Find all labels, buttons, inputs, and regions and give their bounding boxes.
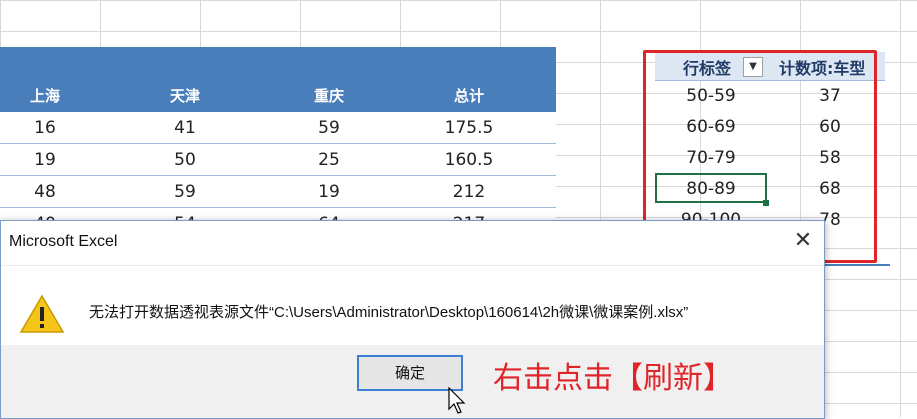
header-total[interactable]: 总计 bbox=[414, 85, 524, 106]
close-icon[interactable]: ✕ bbox=[791, 229, 815, 253]
table-row: 19 50 25 160.5 bbox=[0, 144, 556, 176]
cell[interactable]: 175.5 bbox=[414, 118, 524, 138]
cell[interactable]: 48 bbox=[0, 182, 100, 202]
header-chongqing[interactable]: 重庆 bbox=[274, 85, 384, 106]
dialog-message: 无法打开数据透视表源文件“C:\Users\Administrator\Desk… bbox=[89, 304, 689, 321]
warning-icon bbox=[19, 294, 65, 338]
error-dialog: Microsoft Excel ✕ 无法打开数据透视表源文件“C:\Users\… bbox=[0, 220, 825, 419]
cell[interactable]: 41 bbox=[130, 118, 240, 138]
cell[interactable]: 160.5 bbox=[414, 150, 524, 170]
cell[interactable]: 59 bbox=[130, 182, 240, 202]
cell[interactable]: 59 bbox=[274, 118, 384, 138]
mouse-cursor-icon bbox=[448, 386, 466, 419]
header-shanghai[interactable]: 上海 bbox=[0, 85, 100, 106]
cell[interactable]: 212 bbox=[414, 182, 524, 202]
table-row: 16 41 59 175.5 bbox=[0, 112, 556, 144]
header-tianjin[interactable]: 天津 bbox=[130, 85, 240, 106]
table-row: 48 59 19 212 bbox=[0, 176, 556, 208]
dialog-title: Microsoft Excel bbox=[9, 233, 118, 250]
dialog-body: 无法打开数据透视表源文件“C:\Users\Administrator\Desk… bbox=[1, 265, 824, 346]
cell[interactable]: 50 bbox=[130, 150, 240, 170]
cell[interactable]: 19 bbox=[274, 182, 384, 202]
source-table: 上海 天津 重庆 总计 16 41 59 175.5 19 50 25 160.… bbox=[0, 47, 556, 240]
dialog-footer: 确定 右击点击【刷新】 bbox=[1, 345, 824, 418]
cell[interactable]: 19 bbox=[0, 150, 100, 170]
cell[interactable]: 25 bbox=[274, 150, 384, 170]
instruction-note: 右击点击【刷新】 bbox=[493, 361, 733, 396]
ok-button[interactable]: 确定 bbox=[357, 355, 463, 391]
table-header: 上海 天津 重庆 总计 bbox=[0, 47, 556, 112]
cell[interactable]: 16 bbox=[0, 118, 100, 138]
